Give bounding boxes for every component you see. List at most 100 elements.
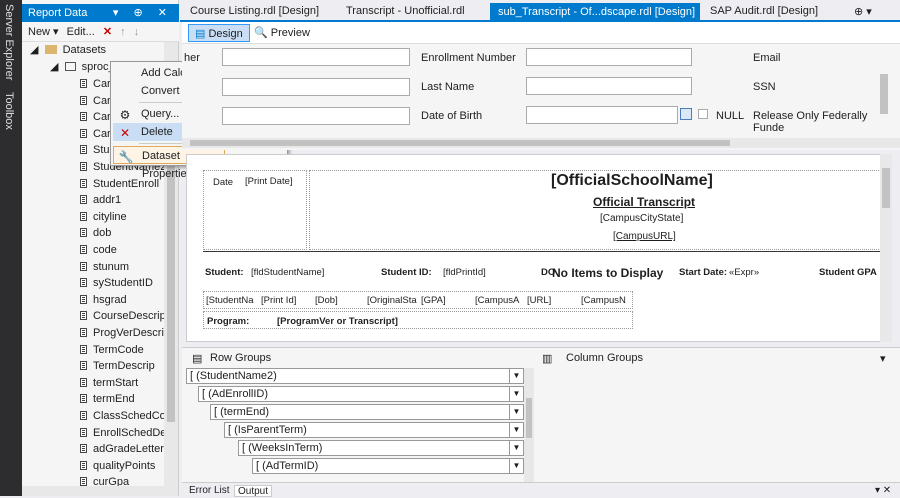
row-group-item[interactable]: [ (AdTermID) ▼ [252,458,524,474]
program-label[interactable]: Program: [207,316,249,327]
tab-overflow-icon[interactable]: ⊕ ▾ [846,3,896,20]
field-item[interactable]: Car [80,76,111,92]
param-input-other[interactable] [222,48,410,66]
calendar-icon[interactable] [680,108,692,120]
field-item[interactable]: Car [80,109,111,125]
field-item[interactable]: syStudentID [80,275,153,291]
collapse-icon[interactable]: ◢ [50,61,58,73]
detail-cell[interactable]: [GPA] [421,295,446,306]
row-group-item[interactable]: [ (WeeksInTerm) ▼ [238,440,524,456]
field-item[interactable]: stunum [80,259,129,275]
field-item[interactable]: TermDescrip [80,358,155,374]
param-input-enrollment-number[interactable] [526,48,692,66]
param-horizontal-scrollbar[interactable] [182,138,900,148]
datasets-node[interactable]: ◢ Datasets [30,42,106,58]
param-vertical-scrollbar[interactable] [880,74,888,114]
print-date-field[interactable]: [Print Date] [245,176,293,187]
row-group-item[interactable]: [ (AdEnrollID) ▼ [198,386,524,402]
tab-course-listing[interactable]: Course Listing.rdl [Design] [182,3,328,20]
toolbox-tab[interactable]: Toolbox [3,92,15,130]
field-item[interactable]: Car [80,93,111,109]
tab-sap-audit[interactable]: SAP Audit.rdl [Design] [702,3,827,20]
param-label-date-of-birth: Date of Birth [421,110,483,122]
scroll-thumb[interactable] [190,140,730,146]
field-icon [80,95,87,105]
scroll-thumb[interactable] [526,398,532,438]
row-group-item[interactable]: [ (termEnd) ▼ [210,404,524,420]
groups-vertical-scrollbar[interactable] [524,368,534,483]
param-input-date-of-birth[interactable] [526,106,678,124]
field-item[interactable]: Stu [80,142,110,158]
column-groups-title: Column Groups [566,352,644,364]
detail-cell[interactable]: [Dob] [315,295,338,306]
tab-error-list[interactable]: Error List [186,485,233,497]
panel-window-controls[interactable]: ▾ ⊕ ✕ [113,6,173,19]
field-label: hsgrad [93,293,127,306]
chevron-down-icon[interactable]: ▼ [509,423,523,437]
field-item[interactable]: termEnd [80,391,135,407]
tab-sub-transcript[interactable]: sub_Transcript - Of...dscape.rdl [Design… [490,3,726,20]
preview-button[interactable]: 🔍 Preview [248,24,316,42]
row-group-item[interactable]: [ (IsParentTerm) ▼ [224,422,524,438]
field-item[interactable]: qualityPoints [80,458,155,474]
field-item[interactable]: TermCode [80,342,144,358]
report-design-surface[interactable]: Date [Print Date] [OfficialSchoolName] O… [186,154,890,342]
scroll-thumb[interactable] [882,168,890,208]
move-up-icon[interactable]: ↑ [120,26,126,38]
new-button[interactable]: New ▾ [28,26,59,38]
field-item[interactable]: EnrollSchedDesc [80,425,177,441]
row-group-item[interactable]: [ (StudentName2) ▼ [186,368,524,384]
grouping-dropdown-icon[interactable]: ▾ [880,352,886,365]
date-label[interactable]: Date [213,177,233,188]
chevron-down-icon[interactable]: ▼ [509,387,523,401]
detail-cell[interactable]: [Print Id] [261,295,296,306]
edit-button[interactable]: Edit... [67,26,95,38]
detail-cell[interactable]: [StudentNa [206,295,254,306]
expr-field[interactable]: «Expr» [729,267,759,278]
tab-transcript-unofficial[interactable]: Transcript - Unofficial.rdl [338,3,473,20]
field-item[interactable]: cityline [80,209,127,225]
student-id-label[interactable]: Student ID: [381,267,432,278]
design-button[interactable]: ▤ Design [188,24,250,42]
collapse-icon[interactable]: ◢ [30,44,38,56]
field-item[interactable]: dob [80,225,111,241]
chevron-down-icon[interactable]: ▼ [509,459,523,473]
start-date-label[interactable]: Start Date: [679,267,727,278]
tool-window-strip: Server Explorer Toolbox [0,0,22,496]
field-item[interactable]: termStart [80,375,138,391]
move-down-icon[interactable]: ↓ [134,26,140,38]
param-input-row2[interactable] [222,78,410,96]
campus-city-state-field[interactable]: [CampusCityState] [600,213,683,224]
report-vertical-scrollbar[interactable] [880,154,892,342]
param-label-enrollment-number: Enrollment Number [421,52,516,64]
field-item[interactable]: ProgVerDescrip [80,325,170,341]
detail-cell[interactable]: [CampusA [475,295,519,306]
program-field[interactable]: [ProgramVer or Transcript] [277,316,398,327]
field-icon [80,361,87,371]
panel-controls-icon[interactable]: ▾ ✕ [872,485,894,497]
null-checkbox[interactable] [698,109,708,119]
param-input-row3[interactable] [222,107,410,125]
param-input-last-name[interactable] [526,77,692,95]
delete-icon[interactable]: ✕ [103,26,112,38]
detail-cell[interactable]: [OriginalSta [367,295,417,306]
student-label[interactable]: Student: [205,267,244,278]
detail-cell[interactable]: [CampusN [581,295,626,306]
tab-output[interactable]: Output [234,485,273,497]
chevron-down-icon[interactable]: ▼ [509,441,523,455]
detail-cell[interactable]: [URL] [527,295,551,306]
field-item[interactable]: addr1 [80,192,121,208]
field-item[interactable]: Car [80,126,111,142]
field-item[interactable]: hsgrad [80,292,127,308]
campus-url-field[interactable]: [CampusURL] [613,231,676,242]
student-name-field[interactable]: [fldStudentName] [251,267,324,278]
horizontal-scrollbar[interactable] [22,486,165,496]
chevron-down-icon[interactable]: ▼ [509,405,523,419]
student-gpa-label[interactable]: Student GPA [819,267,877,278]
chevron-down-icon[interactable]: ▼ [509,369,523,383]
official-transcript-label[interactable]: Official Transcript [593,195,695,209]
field-item[interactable]: CourseDescrip [80,308,166,324]
print-id-field[interactable]: [fldPrintId] [443,267,486,278]
server-explorer-tab[interactable]: Server Explorer [3,4,15,80]
field-item[interactable]: code [80,242,117,258]
